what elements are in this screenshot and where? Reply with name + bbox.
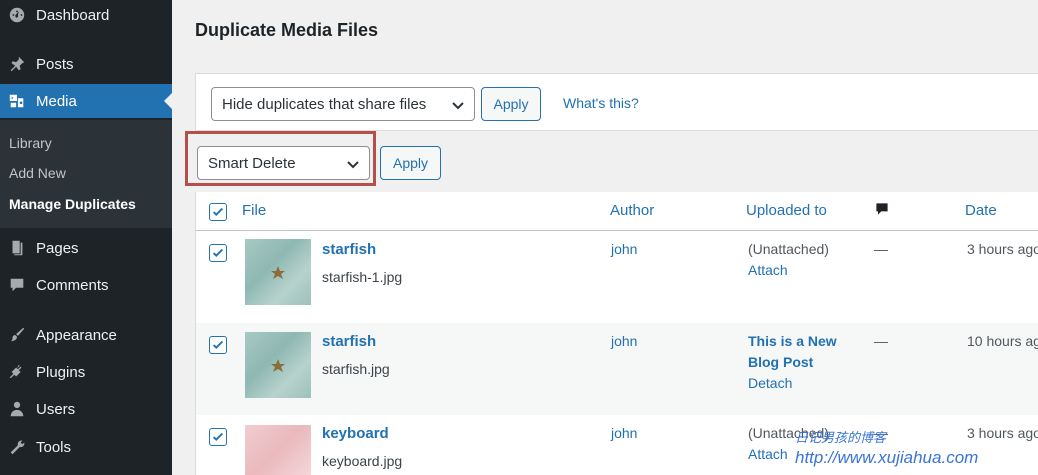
checkmark-icon	[212, 340, 224, 349]
comment-count: —	[874, 333, 888, 349]
brush-icon	[6, 325, 28, 345]
sidebar-item-label: Media	[36, 92, 77, 110]
checkmark-icon	[212, 432, 224, 441]
media-submenu: Library Add New Manage Duplicates	[0, 120, 172, 228]
table-row: starfish starfish.jpg john This is a New…	[196, 323, 1038, 415]
sidebar-item-appearance[interactable]: Appearance	[0, 322, 172, 348]
chevron-down-icon	[452, 102, 464, 110]
detach-link[interactable]: Detach	[748, 375, 792, 391]
comment-icon	[6, 275, 28, 295]
highlight-box	[185, 131, 376, 186]
table-row: keyboard keyboard.jpg john (Unattached) …	[196, 415, 1038, 475]
checkmark-icon	[212, 207, 224, 216]
pages-icon	[6, 238, 28, 258]
row-checkbox[interactable]	[209, 244, 227, 262]
file-name: keyboard.jpg	[322, 453, 403, 469]
sidebar-item-label: Posts	[36, 55, 74, 73]
file-title-link[interactable]: keyboard	[322, 425, 389, 442]
sidebar-item-label: Appearance	[36, 326, 117, 344]
starfish-thumbnail[interactable]	[245, 332, 311, 398]
starfish-thumbnail[interactable]	[245, 239, 311, 305]
file-name: starfish.jpg	[322, 361, 390, 377]
author-link[interactable]: john	[611, 333, 637, 349]
sidebar-item-label: Dashboard	[36, 6, 110, 24]
starfish-icon	[271, 266, 285, 279]
attach-link[interactable]: Attach	[748, 446, 788, 462]
table-row: starfish starfish-1.jpg john (Unattached…	[196, 231, 1038, 323]
bulk-apply-button[interactable]: Apply	[380, 146, 441, 180]
plugin-icon	[6, 362, 28, 382]
starfish-icon	[271, 359, 285, 372]
comment-count: —	[874, 241, 888, 257]
comment-icon[interactable]	[874, 201, 890, 221]
attached-post-link-cont[interactable]: Blog Post	[748, 354, 813, 370]
filter-bar: Hide duplicates that share files Apply W…	[195, 73, 1038, 131]
sidebar-item-comments[interactable]: Comments	[0, 272, 172, 298]
file-title-link[interactable]: starfish	[322, 241, 376, 258]
duplicates-table: File Author Uploaded to Date starfish st…	[195, 192, 1038, 475]
uploaded-status: (Unattached)	[748, 425, 829, 441]
sidebar-item-tools[interactable]: Tools	[0, 434, 172, 460]
sidebar-item-label: Pages	[36, 239, 79, 257]
submenu-item-add-new[interactable]: Add New	[9, 165, 66, 181]
users-icon	[6, 399, 28, 419]
column-header-file[interactable]: File	[242, 202, 266, 219]
admin-sidebar: Dashboard Posts Media Library Add New Ma…	[0, 0, 172, 475]
column-header-date[interactable]: Date	[965, 202, 997, 219]
sidebar-item-dashboard[interactable]: Dashboard	[0, 2, 172, 28]
row-checkbox[interactable]	[209, 428, 227, 446]
submenu-item-library[interactable]: Library	[9, 135, 52, 151]
date-cell: 3 hours ago	[967, 241, 1038, 257]
sidebar-item-label: Plugins	[36, 363, 86, 381]
sidebar-item-label: Users	[36, 400, 76, 418]
sidebar-item-users[interactable]: Users	[0, 396, 172, 422]
row-checkbox[interactable]	[209, 336, 227, 354]
pin-icon	[6, 54, 28, 74]
author-link[interactable]: john	[611, 425, 637, 441]
file-title-link[interactable]: starfish	[322, 333, 376, 350]
attached-post-link[interactable]: This is a New	[748, 333, 837, 349]
sidebar-item-posts[interactable]: Posts	[0, 51, 172, 77]
author-link[interactable]: john	[611, 241, 637, 257]
select-all-checkbox[interactable]	[209, 203, 227, 221]
dashboard-icon	[6, 5, 28, 25]
uploaded-status: (Unattached)	[748, 241, 829, 257]
sidebar-item-label: Comments	[36, 276, 109, 294]
submenu-item-manage-duplicates[interactable]: Manage Duplicates	[9, 196, 136, 212]
comment-count: —	[874, 425, 888, 441]
checkmark-icon	[212, 248, 224, 257]
duplicate-filter-value: Hide duplicates that share files	[222, 95, 427, 113]
wrench-icon	[6, 437, 28, 457]
whats-this-link[interactable]: What's this?	[563, 95, 639, 111]
sidebar-item-pages[interactable]: Pages	[0, 235, 172, 261]
media-icon	[6, 91, 28, 111]
page-title: Duplicate Media Files	[195, 20, 379, 40]
file-name: starfish-1.jpg	[322, 269, 403, 285]
column-header-uploaded-to[interactable]: Uploaded to	[746, 202, 827, 219]
date-cell: 3 hours ago	[967, 425, 1038, 441]
sidebar-item-plugins[interactable]: Plugins	[0, 359, 172, 385]
duplicate-filter-select[interactable]: Hide duplicates that share files	[211, 87, 475, 121]
keyboard-thumbnail[interactable]	[245, 425, 311, 475]
sidebar-item-label: Tools	[36, 438, 72, 456]
filter-apply-button[interactable]: Apply	[481, 87, 541, 121]
column-header-author[interactable]: Author	[610, 202, 654, 219]
attach-link[interactable]: Attach	[748, 262, 788, 278]
date-cell: 10 hours ago	[967, 333, 1038, 349]
sidebar-item-media[interactable]: Media	[0, 84, 172, 118]
